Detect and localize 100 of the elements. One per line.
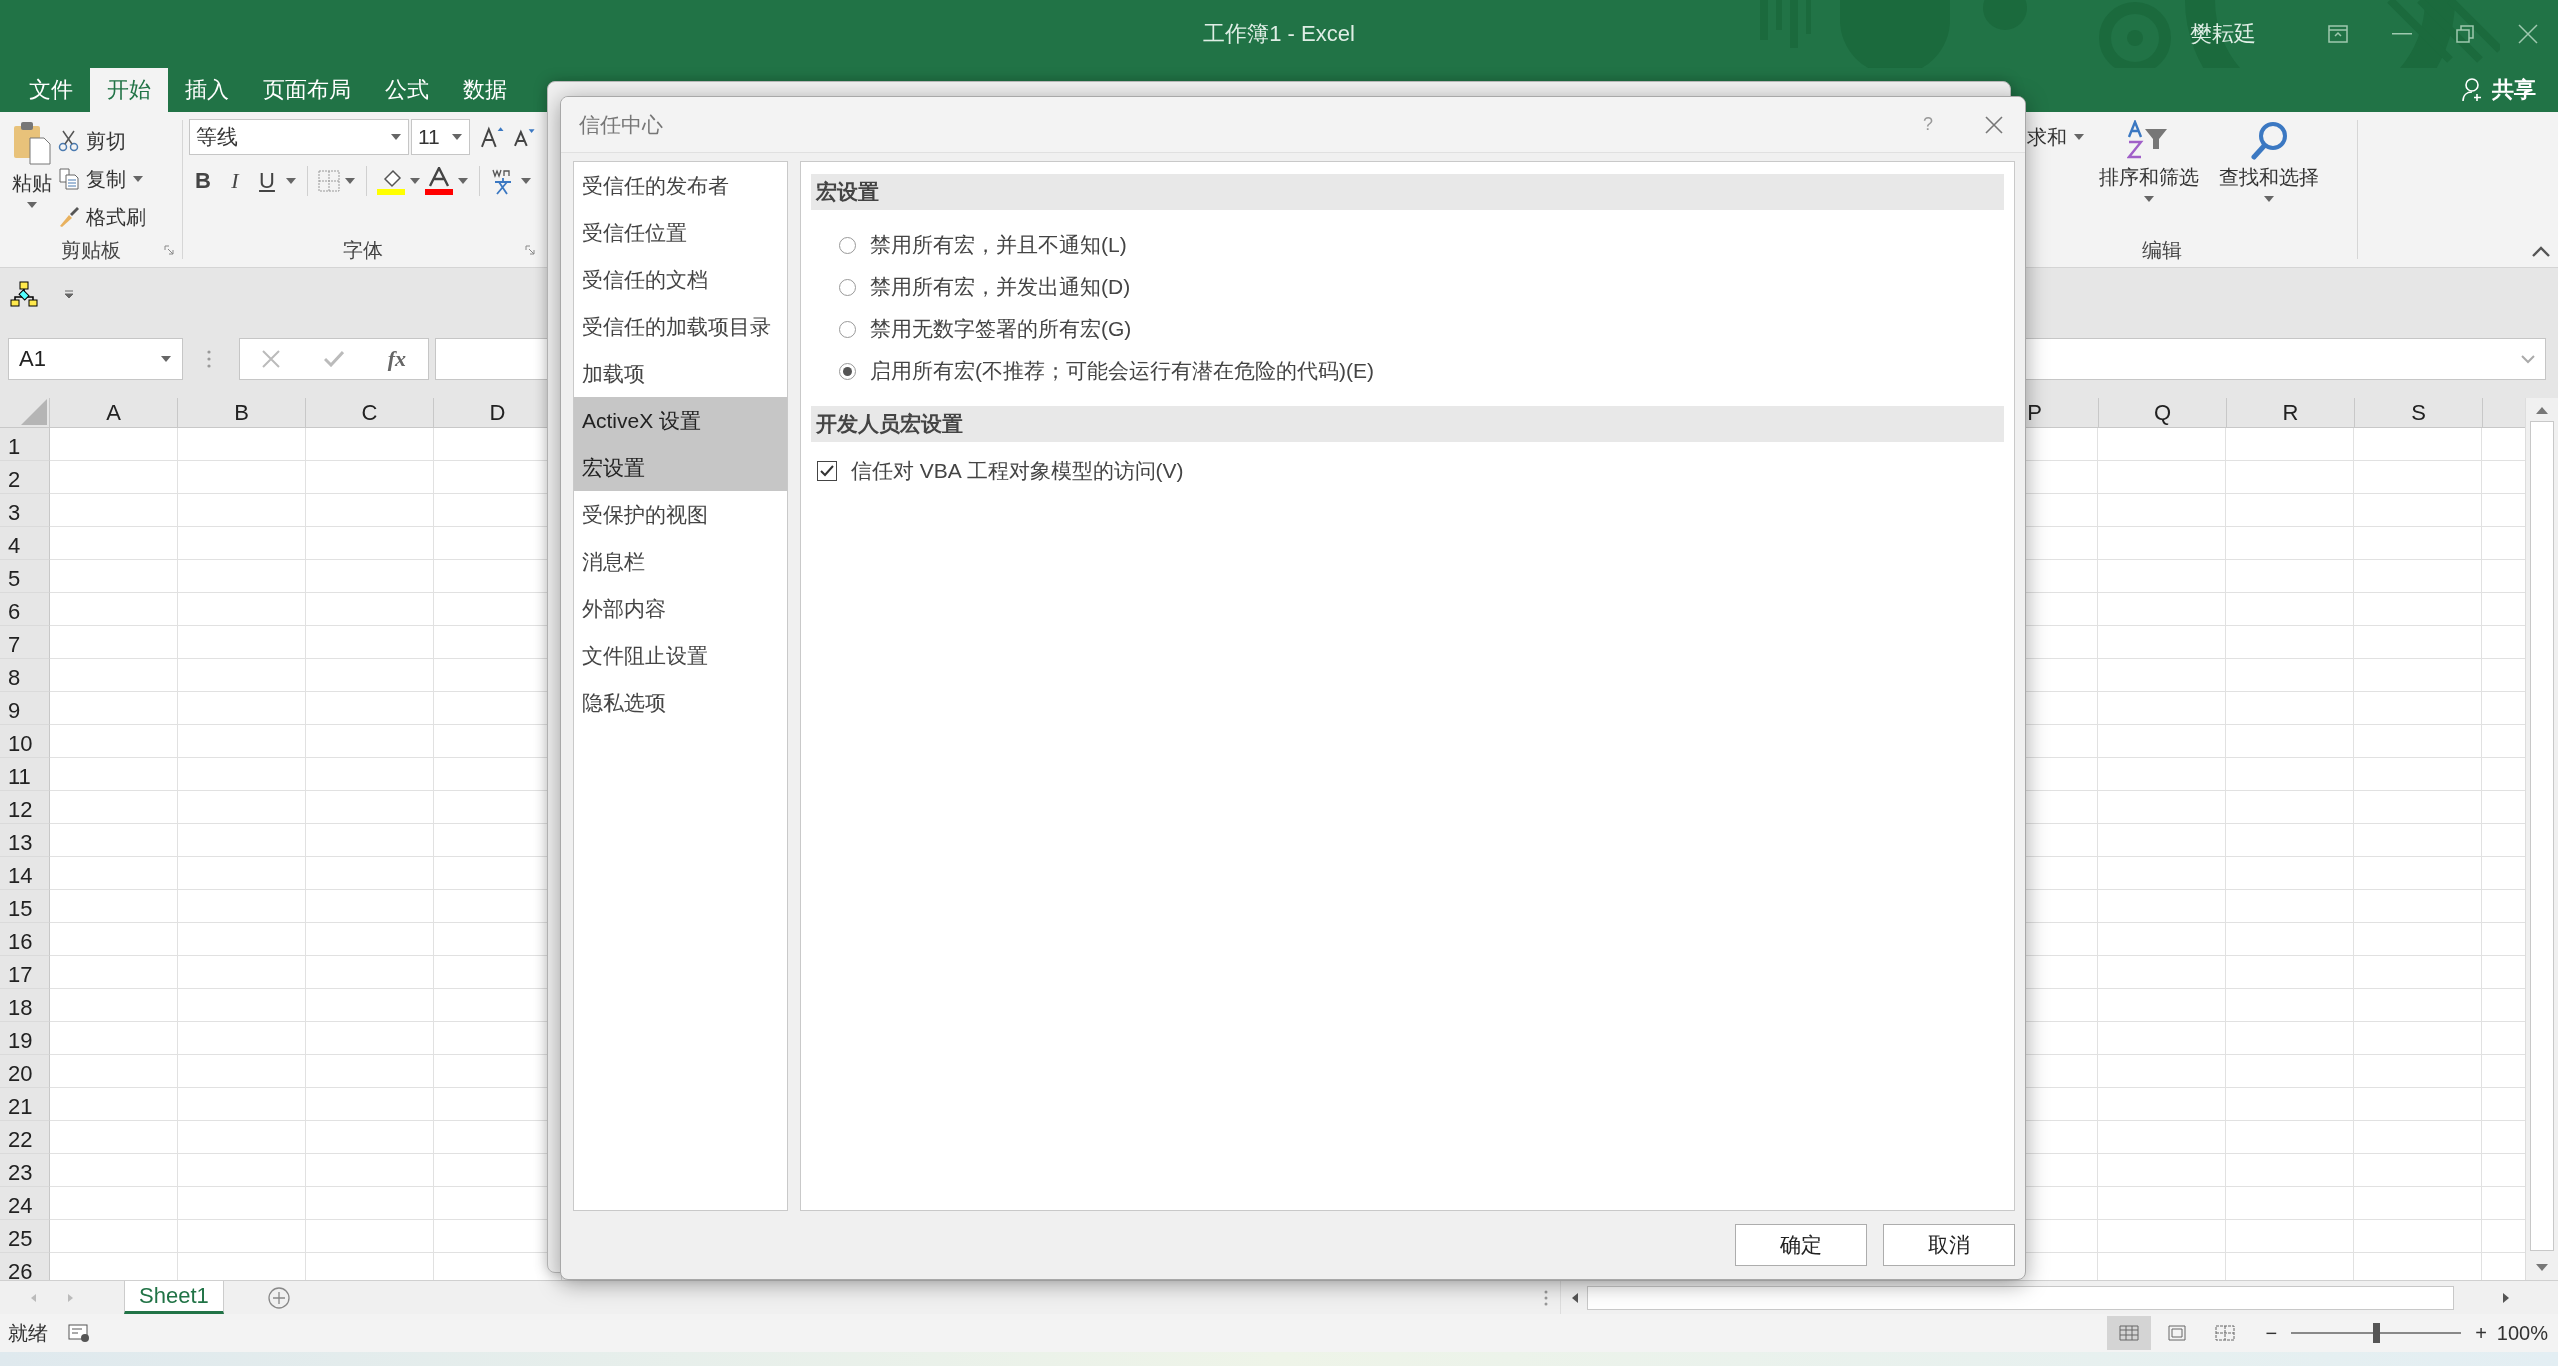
share-button[interactable]: 共享 [2492, 75, 2536, 105]
row-header[interactable]: 15 [0, 890, 50, 923]
fill-color-icon[interactable] [377, 167, 405, 195]
restore-icon[interactable] [2456, 25, 2474, 43]
row-header[interactable]: 11 [0, 758, 50, 791]
row-header[interactable]: 13 [0, 824, 50, 857]
find-select-button[interactable]: 查找和选择 [2219, 164, 2319, 191]
caret-icon[interactable] [409, 177, 421, 185]
column-header[interactable]: S [2355, 398, 2483, 427]
scroll-left-icon[interactable] [1571, 1291, 1579, 1304]
row-header[interactable]: 5 [0, 560, 50, 593]
row-header[interactable]: 2 [0, 461, 50, 494]
radio-button[interactable] [839, 278, 856, 296]
page-layout-icon[interactable] [2167, 1325, 2188, 1341]
checkbox[interactable] [817, 461, 837, 481]
row-header[interactable]: 16 [0, 923, 50, 956]
row-header[interactable]: 8 [0, 659, 50, 692]
font-name-field[interactable]: 等线 [189, 119, 409, 155]
add-sheet-icon[interactable] [267, 1286, 290, 1309]
expand-icon[interactable] [2521, 354, 2535, 364]
caret-icon[interactable] [457, 177, 469, 185]
caret-icon[interactable] [520, 177, 532, 185]
italic-button[interactable]: I [221, 168, 249, 194]
dialog-button[interactable]: 取消 [1883, 1224, 2015, 1266]
caret-icon[interactable] [132, 175, 144, 183]
column-header[interactable]: B [178, 398, 306, 427]
nav-item[interactable]: 外部内容 [574, 585, 787, 632]
collapse-ribbon-icon[interactable] [2532, 246, 2550, 257]
page-break-icon[interactable] [2215, 1325, 2236, 1341]
row-header[interactable]: 22 [0, 1121, 50, 1154]
ribbon-tab[interactable]: 公式 [368, 68, 446, 112]
row-header[interactable]: 3 [0, 494, 50, 527]
scroll-down-icon[interactable] [2535, 1263, 2549, 1272]
caret-icon[interactable] [344, 177, 356, 185]
nav-item[interactable]: 消息栏 [574, 538, 787, 585]
row-header[interactable]: 19 [0, 1022, 50, 1055]
zoom-thumb[interactable] [2373, 1323, 2381, 1343]
ribbon-tab[interactable]: 开始 [90, 68, 168, 112]
underline-button[interactable]: U [253, 168, 281, 194]
column-header[interactable]: C [306, 398, 434, 427]
caret-icon[interactable] [2143, 195, 2155, 203]
scroll-right-icon[interactable] [2502, 1291, 2510, 1304]
row-header[interactable]: 10 [0, 725, 50, 758]
nav-item[interactable]: 受信任的加载项目录 [574, 303, 787, 350]
nav-item[interactable]: 受信任的发布者 [574, 162, 787, 209]
scissors-icon[interactable] [58, 130, 80, 152]
row-header[interactable]: 23 [0, 1154, 50, 1187]
search-icon[interactable] [2249, 120, 2289, 160]
nav-item[interactable]: 受信任位置 [574, 209, 787, 256]
caret-icon[interactable] [2263, 195, 2275, 203]
row-header[interactable]: 21 [0, 1088, 50, 1121]
brush-icon[interactable] [58, 206, 80, 228]
name-box[interactable]: A1 [8, 338, 183, 380]
row-header[interactable]: 17 [0, 956, 50, 989]
scroll-thumb[interactable] [1587, 1285, 2454, 1310]
caret-icon[interactable] [285, 177, 297, 185]
ribbon-tab[interactable]: 文件 [12, 68, 90, 112]
customize-toolbar-icon[interactable] [64, 289, 74, 299]
insert-function-button[interactable]: fx [387, 346, 407, 372]
nav-item[interactable]: 受保护的视图 [574, 491, 787, 538]
row-header[interactable]: 1 [0, 428, 50, 461]
option-label[interactable]: 禁用无数字签署的所有宏(G) [870, 315, 1132, 343]
sheet-tab[interactable]: Sheet1 [124, 1281, 224, 1314]
row-header[interactable]: 26 [0, 1253, 50, 1280]
close-icon[interactable] [2518, 24, 2538, 44]
radio-button[interactable] [839, 362, 856, 380]
row-header[interactable]: 4 [0, 527, 50, 560]
nav-item[interactable]: 文件阻止设置 [574, 632, 787, 679]
nav-item[interactable]: 宏设置 [574, 444, 787, 491]
macro-record-icon[interactable] [68, 1324, 90, 1342]
nav-item[interactable]: 受信任的文档 [574, 256, 787, 303]
option-label[interactable]: 禁用所有宏，并发出通知(D) [870, 273, 1131, 301]
view-button[interactable] [2107, 1316, 2152, 1350]
radio-button[interactable] [839, 236, 856, 254]
autosum-button[interactable]: 求和 [2027, 123, 2067, 151]
dialog-launcher-icon[interactable] [164, 245, 174, 255]
dialog-button[interactable]: 确定 [1735, 1224, 1867, 1266]
scroll-thumb[interactable] [2530, 421, 2554, 1251]
radio-button[interactable] [839, 320, 856, 338]
dialog-launcher-icon[interactable] [525, 245, 535, 255]
nav-item[interactable]: 加载项 [574, 350, 787, 397]
person-icon[interactable] [2462, 78, 2484, 102]
drag-handle-icon[interactable] [1544, 1288, 1548, 1307]
close-icon[interactable] [1985, 115, 2003, 134]
bold-button[interactable]: B [189, 168, 217, 194]
row-header[interactable]: 14 [0, 857, 50, 890]
enter-check-icon[interactable] [323, 351, 344, 367]
option-label[interactable]: 信任对 VBA 工程对象模型的访问(V) [851, 457, 1184, 485]
scroll-up-icon[interactable] [2535, 406, 2549, 415]
column-header[interactable]: Q [2099, 398, 2227, 427]
dropdown-icon[interactable] [450, 133, 463, 141]
font-color-icon[interactable] [425, 167, 453, 195]
sort-filter-button[interactable]: 排序和筛选 [2099, 164, 2199, 191]
zoom-in-button[interactable]: + [2475, 1321, 2487, 1345]
row-header[interactable]: 6 [0, 593, 50, 626]
paste-icon[interactable] [12, 120, 52, 166]
row-header[interactable]: 9 [0, 692, 50, 725]
option-label[interactable]: 启用所有宏(不推荐；可能会运行有潜在危险的代码)(E) [870, 357, 1374, 385]
cut-button[interactable]: 剪切 [86, 127, 126, 155]
drag-handle-icon[interactable] [207, 349, 211, 369]
